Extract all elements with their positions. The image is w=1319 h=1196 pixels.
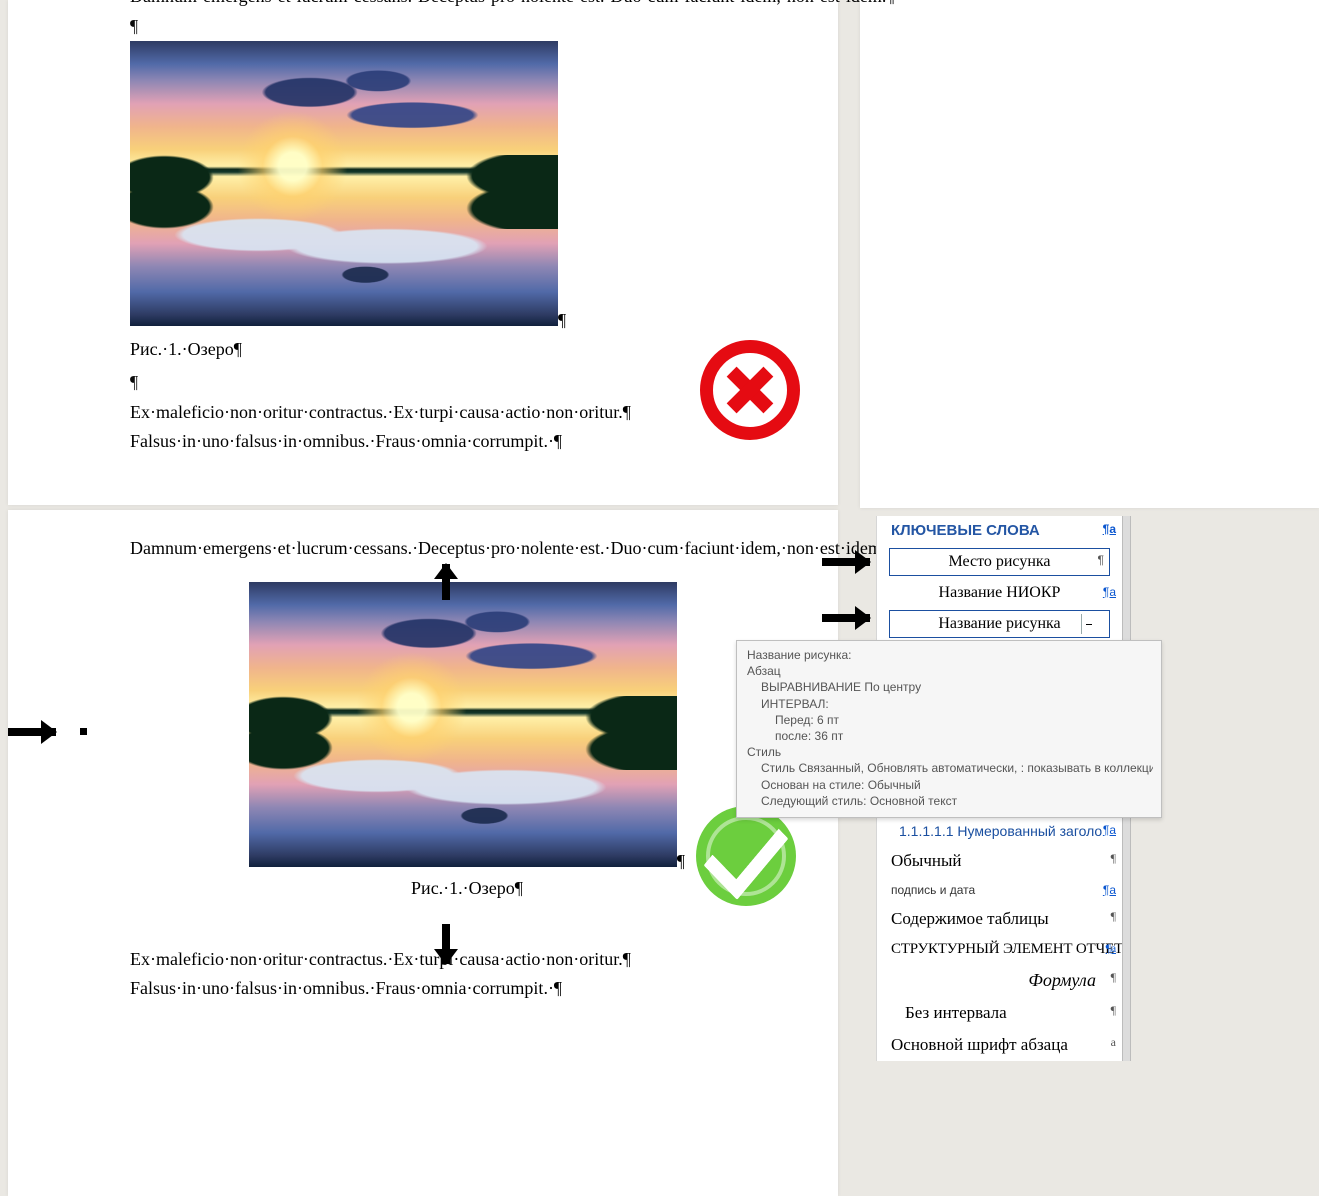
- arrow-to-style-place: [822, 558, 870, 566]
- figure-container-top: ¶: [130, 41, 804, 331]
- paragraph-mark: ¶: [677, 851, 685, 871]
- style-mark-icon: ¶: [1111, 970, 1116, 985]
- style-tooltip: Название рисунка: Абзац ВЫРАВНИВАНИЕ По …: [736, 640, 1162, 818]
- style-item-numbered-h5[interactable]: 1.1.1.1.1 Нумерованный заголо ¶a: [877, 817, 1122, 845]
- right-blank-area: [860, 0, 1319, 508]
- style-mark-icon: ¶: [1111, 1003, 1116, 1018]
- style-label: Формула: [1028, 970, 1096, 990]
- paragraph-text: Damnum·emergens·et·lucrum·cessans.·Decep…: [130, 0, 804, 12]
- style-item-normal[interactable]: Обычный ¶: [877, 845, 1122, 877]
- style-label: 1.1.1.1.1 Нумерованный заголо: [899, 823, 1102, 839]
- arrow-before-spacing: [442, 564, 450, 600]
- lake-image[interactable]: [130, 41, 558, 326]
- arrow-to-style-caption: [822, 614, 870, 622]
- style-label: Обычный: [891, 851, 962, 870]
- style-box-dropdown[interactable]: Название рисунка: [889, 610, 1110, 638]
- tooltip-line: Стиль: [747, 744, 1153, 760]
- tooltip-line: ИНТЕРВАЛ:: [747, 696, 1153, 712]
- style-label: КЛЮЧЕВЫЕ СЛОВА: [891, 522, 1040, 539]
- tooltip-line: ВЫРАВНИВАНИЕ По центру: [747, 679, 1153, 695]
- indent-marker-dot: [80, 728, 87, 735]
- style-box: Место рисунка: [889, 548, 1110, 576]
- style-item-niokr-title[interactable]: Название НИОКР ¶a: [877, 579, 1122, 607]
- style-label: Название НИОКР: [889, 580, 1110, 606]
- arrow-after-spacing: [442, 924, 450, 964]
- paragraph-text: Damnum·emergens·et·lucrum·cessans.·Decep…: [130, 534, 804, 564]
- style-item-table-content[interactable]: Содержимое таблицы ¶: [877, 903, 1122, 935]
- doc-inner-bot: Damnum·emergens·et·lucrum·cessans.·Decep…: [8, 510, 838, 1004]
- style-item-formula[interactable]: Формула ¶: [877, 964, 1122, 997]
- style-item-image-place[interactable]: Место рисунка ¶: [877, 545, 1122, 579]
- style-label: Основной шрифт абзаца: [891, 1035, 1068, 1054]
- paragraph-mark: ¶: [558, 310, 566, 330]
- paragraph-text: Ex·maleficio·non·oritur·contractus.·Ex·t…: [130, 945, 804, 975]
- style-mark-icon: ¶: [1111, 851, 1116, 866]
- tooltip-line: после: 36 пт: [747, 728, 1153, 744]
- style-mark-icon: ¶a: [1103, 522, 1116, 536]
- arrow-left-indent: [8, 728, 56, 736]
- lake-image[interactable]: [249, 582, 677, 867]
- style-item-no-spacing[interactable]: Без интервала ¶: [877, 997, 1122, 1029]
- style-item-default-font[interactable]: Основной шрифт абзаца a: [877, 1029, 1122, 1061]
- tooltip-line: Перед: 6 пт: [747, 712, 1153, 728]
- paragraph-text: Falsus·in·uno·falsus·in·omnibus.·Fraus·o…: [130, 427, 804, 457]
- tooltip-line: Название рисунка:: [747, 647, 1153, 663]
- paragraph-empty: ¶: [130, 12, 804, 42]
- style-mark-icon: ¶a: [1103, 823, 1116, 837]
- style-mark-icon: ¶: [1098, 553, 1104, 567]
- style-mark-icon: a: [1111, 1035, 1116, 1050]
- style-label: Место рисунка: [948, 553, 1050, 570]
- correct-badge-icon: [696, 806, 796, 906]
- style-mark-icon: ¶: [1111, 909, 1116, 924]
- tooltip-line: Следующий стиль: Основной текст: [747, 793, 1153, 809]
- style-label: Без интервала: [905, 1003, 1007, 1022]
- tooltip-line: Основан на стиле: Обычный: [747, 777, 1153, 793]
- style-label: СТРУКТУРНЫЙ ЭЛЕМЕНТ ОТЧЕТА: [891, 941, 1122, 957]
- style-mark-icon: ¶a: [1103, 883, 1116, 897]
- style-mark-icon: ¶a: [1103, 585, 1116, 599]
- style-label: подпись и дата: [891, 883, 975, 897]
- viewport: Damnum·emergens·et·lucrum·cessans.·Decep…: [0, 0, 1319, 1196]
- document-page-top: Damnum·emergens·et·lucrum·cessans.·Decep…: [8, 0, 838, 505]
- paragraph-text: Falsus·in·uno·falsus·in·omnibus.·Fraus·o…: [130, 974, 804, 1004]
- style-item-sign-date[interactable]: подпись и дата ¶a: [877, 877, 1122, 903]
- style-item-keywords[interactable]: КЛЮЧЕВЫЕ СЛОВА ¶a: [877, 516, 1122, 545]
- figure-caption-top: Рис.·1.·Озеро¶: [130, 339, 804, 360]
- style-mark-icon: ¶a: [1106, 941, 1116, 956]
- incorrect-badge-icon: [700, 340, 800, 440]
- style-item-image-caption[interactable]: Название рисунка: [877, 607, 1122, 641]
- style-label: Название рисунка: [938, 615, 1060, 632]
- style-label: Содержимое таблицы: [891, 909, 1049, 928]
- tooltip-line: Стиль Связанный, Обновлять автоматически…: [747, 760, 1153, 776]
- tooltip-line: Абзац: [747, 663, 1153, 679]
- style-item-struct-element[interactable]: СТРУКТУРНЫЙ ЭЛЕМЕНТ ОТЧЕТА ¶a: [877, 935, 1122, 964]
